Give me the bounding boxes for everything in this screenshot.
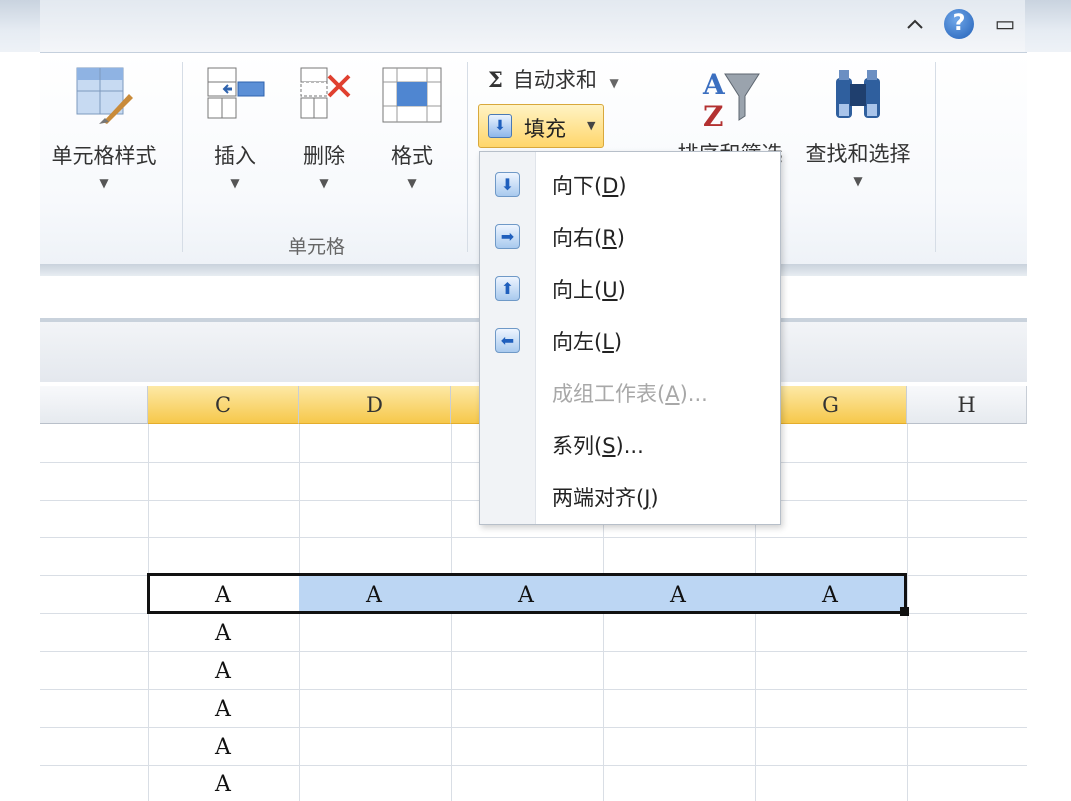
gridline	[40, 651, 1027, 652]
fill-down-icon: ⬇	[488, 114, 512, 138]
group-separator	[182, 62, 183, 252]
chevron-down-icon: ▼	[230, 176, 240, 190]
fill-button[interactable]: ⬇ 填充 ▼	[478, 104, 604, 148]
gridline	[40, 765, 1027, 766]
delete-label: 删除	[303, 144, 345, 168]
group-separator	[467, 62, 468, 252]
cell-c6[interactable]: A	[148, 621, 298, 646]
title-bar-bg	[40, 0, 1025, 52]
autosum-button[interactable]: Σ 自动求和 ▼	[488, 64, 619, 94]
fill-up-icon: ⬆	[495, 276, 520, 301]
find-select-label: 查找和选择	[805, 142, 911, 166]
chevron-down-icon: ▼	[587, 119, 596, 132]
menu-accelerator: D	[602, 174, 619, 198]
menu-item-label: 两端对齐	[552, 486, 636, 510]
select-all-corner[interactable]	[40, 386, 148, 424]
chevron-down-icon: ▼	[853, 174, 863, 188]
fill-right-icon: ➡	[495, 224, 520, 249]
menu-item-fill-down[interactable]: ⬇ 向下(D)	[480, 158, 780, 210]
autosum-label: 自动求和	[512, 68, 597, 92]
cell-styles-button[interactable]: 单元格样式 ▼	[40, 64, 168, 190]
insert-cells-icon	[202, 64, 268, 126]
cell-f5[interactable]: A	[603, 583, 753, 608]
sort-filter-icon: A Z	[697, 64, 763, 133]
delete-button[interactable]: 删除 ▼	[288, 64, 360, 190]
menu-item-across-worksheets: 成组工作表(A)...	[552, 382, 708, 406]
insert-button[interactable]: 插入 ▼	[198, 64, 272, 190]
binoculars-icon	[826, 64, 890, 130]
fill-left-icon: ⬅	[495, 328, 520, 353]
menu-accelerator: L	[602, 330, 614, 354]
menu-accelerator: U	[602, 278, 618, 302]
format-button[interactable]: 格式 ▼	[376, 64, 448, 190]
column-header-d[interactable]: D	[299, 386, 451, 424]
svg-text:A: A	[702, 68, 726, 101]
cell-e5[interactable]: A	[451, 583, 601, 608]
menu-ellipsis: ...	[623, 434, 644, 458]
title-bar: ? ▭	[0, 0, 1071, 52]
cell-d5[interactable]: A	[299, 583, 449, 608]
menu-accelerator: R	[602, 226, 617, 250]
find-select-button[interactable]: 查找和选择 ▼	[796, 64, 920, 188]
menu-item-label: 向左	[552, 330, 594, 354]
menu-item-label: 向下	[552, 174, 594, 198]
fill-down-icon: ⬇	[495, 172, 520, 197]
chevron-down-icon: ▼	[319, 176, 329, 190]
cell-c5[interactable]: A	[148, 583, 298, 608]
menu-item-label: 系列	[552, 434, 594, 458]
menu-item-fill-right[interactable]: ➡ 向右(R)	[480, 210, 780, 262]
menu-ellipsis: ...	[687, 382, 708, 406]
cell-c7[interactable]: A	[148, 659, 298, 684]
menu-accelerator: A	[665, 382, 680, 406]
sigma-icon: Σ	[488, 67, 503, 92]
format-cells-icon	[379, 64, 445, 126]
cell-g5[interactable]: A	[755, 583, 905, 608]
chevron-down-icon: ▼	[407, 176, 417, 190]
menu-item-series[interactable]: 系列(S)...	[480, 418, 780, 470]
cell-c9[interactable]: A	[148, 735, 298, 760]
cell-styles-icon	[73, 64, 135, 126]
column-header-c[interactable]: C	[148, 386, 299, 424]
cell-c10[interactable]: A	[148, 772, 298, 797]
menu-item-justify[interactable]: 两端对齐(J)	[480, 470, 780, 522]
gridline	[40, 727, 1027, 728]
menu-item-label: 成组工作表	[552, 382, 657, 406]
cells-group-label: 单元格	[288, 236, 346, 258]
cell-styles-label: 单元格样式	[51, 144, 157, 168]
delete-cells-icon	[293, 64, 355, 126]
menu-item-label: 向右	[552, 226, 594, 250]
chevron-down-icon: ▼	[99, 176, 109, 190]
restore-window-icon[interactable]: ▭	[990, 8, 1020, 40]
menu-item-label: 向上	[552, 278, 594, 302]
minimize-ribbon-icon[interactable]	[900, 8, 930, 40]
menu-accelerator: J	[644, 486, 651, 510]
menu-accelerator: S	[602, 434, 616, 458]
group-separator	[935, 62, 936, 252]
help-icon[interactable]: ?	[943, 8, 975, 40]
column-header-h[interactable]: H	[907, 386, 1027, 424]
svg-text:Z: Z	[703, 100, 723, 130]
fill-label: 填充	[524, 117, 566, 141]
insert-label: 插入	[214, 144, 256, 168]
fill-dropdown-menu: ⬇ 向下(D) ➡ 向右(R) ⬆ 向上(U) ⬅ 向左(L) 成组工作表(A)…	[479, 151, 781, 525]
format-label: 格式	[391, 144, 433, 168]
menu-item-fill-left[interactable]: ⬅ 向左(L)	[480, 314, 780, 366]
fill-handle[interactable]	[900, 607, 909, 616]
gridline	[40, 689, 1027, 690]
menu-item-fill-up[interactable]: ⬆ 向上(U)	[480, 262, 780, 314]
chevron-down-icon: ▼	[609, 76, 619, 90]
cell-c8[interactable]: A	[148, 697, 298, 722]
gridline	[40, 537, 1027, 538]
